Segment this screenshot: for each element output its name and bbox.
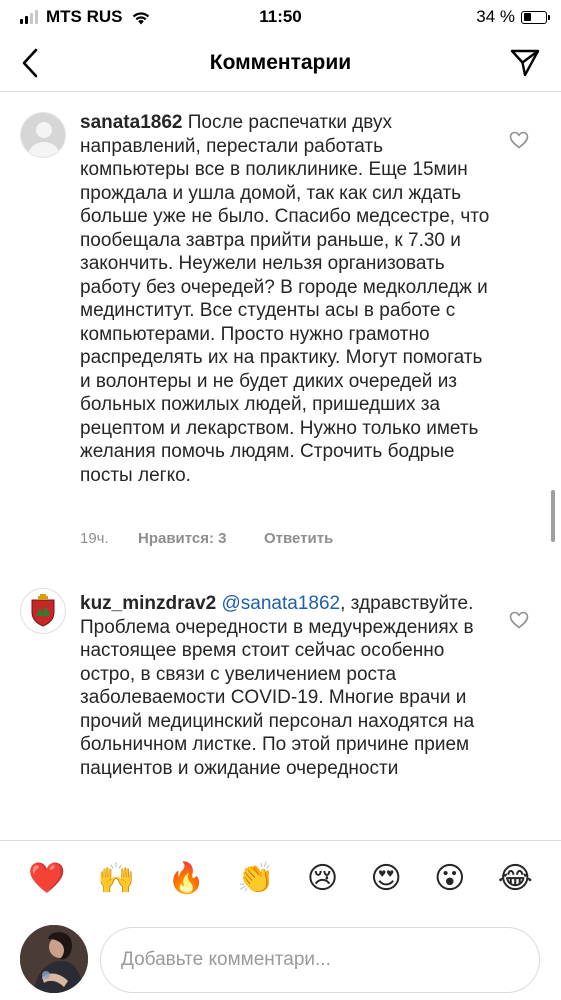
avatar[interactable] [20,588,66,634]
coat-of-arms-icon [31,594,55,627]
fire-icon[interactable]: 🔥 [168,863,205,894]
comment-body: , здравствуйте. Проблема очередности в м… [80,593,475,779]
surprised-face-icon[interactable]: 😮 [434,863,465,894]
reply-button[interactable]: Ответить [264,530,333,547]
comment-text: sanata1862 После распечатки двух направл… [80,111,490,487]
heart-outline-icon[interactable] [509,611,529,629]
heart-eyes-icon[interactable]: 😍 [371,863,402,894]
comment-likes[interactable]: Нравится: 3 [138,530,264,547]
comment-meta: 19ч. Нравится: 3 Ответить [80,530,333,547]
comment-body: После распечатки двух направлений, перес… [80,112,490,486]
comment-input-box[interactable] [100,927,540,993]
battery-fill [523,13,531,21]
avatar [20,925,88,993]
comment-time: 19ч. [80,530,109,547]
comment-input-row [0,918,561,1000]
raising-hands-icon[interactable]: 🙌 [98,863,135,894]
battery-icon [521,10,550,24]
heart-outline-icon[interactable] [509,131,529,149]
profile-photo [20,925,88,993]
red-heart-icon[interactable]: ❤️ [28,863,65,894]
emoji-bar: ❤️ 🙌 🔥 👏 😢 😍 😮 😂 [0,840,561,916]
status-bar: MTS RUS 11:50 34 % [0,0,561,36]
paper-plane-icon[interactable] [509,47,541,79]
comment-input[interactable] [121,928,521,992]
comment-text: kuz_minzdrav2 @sanata1862, здравствуйте.… [80,592,490,780]
tears-of-joy-icon[interactable]: 😂 [498,863,533,894]
status-right: 34 % [476,7,550,27]
avatar[interactable] [20,112,66,158]
comment-username[interactable]: sanata1862 [80,112,182,133]
mention-link[interactable]: @sanata1862 [222,593,341,614]
crying-face-icon[interactable]: 😢 [307,863,338,894]
page-title: Комментарии [209,51,352,74]
nav-bar: Комментарии [0,36,561,92]
clapping-hands-icon[interactable]: 👏 [237,863,274,894]
battery-percent: 34 % [476,7,515,26]
comment-username[interactable]: kuz_minzdrav2 [80,593,216,614]
scrollbar[interactable] [551,490,555,542]
